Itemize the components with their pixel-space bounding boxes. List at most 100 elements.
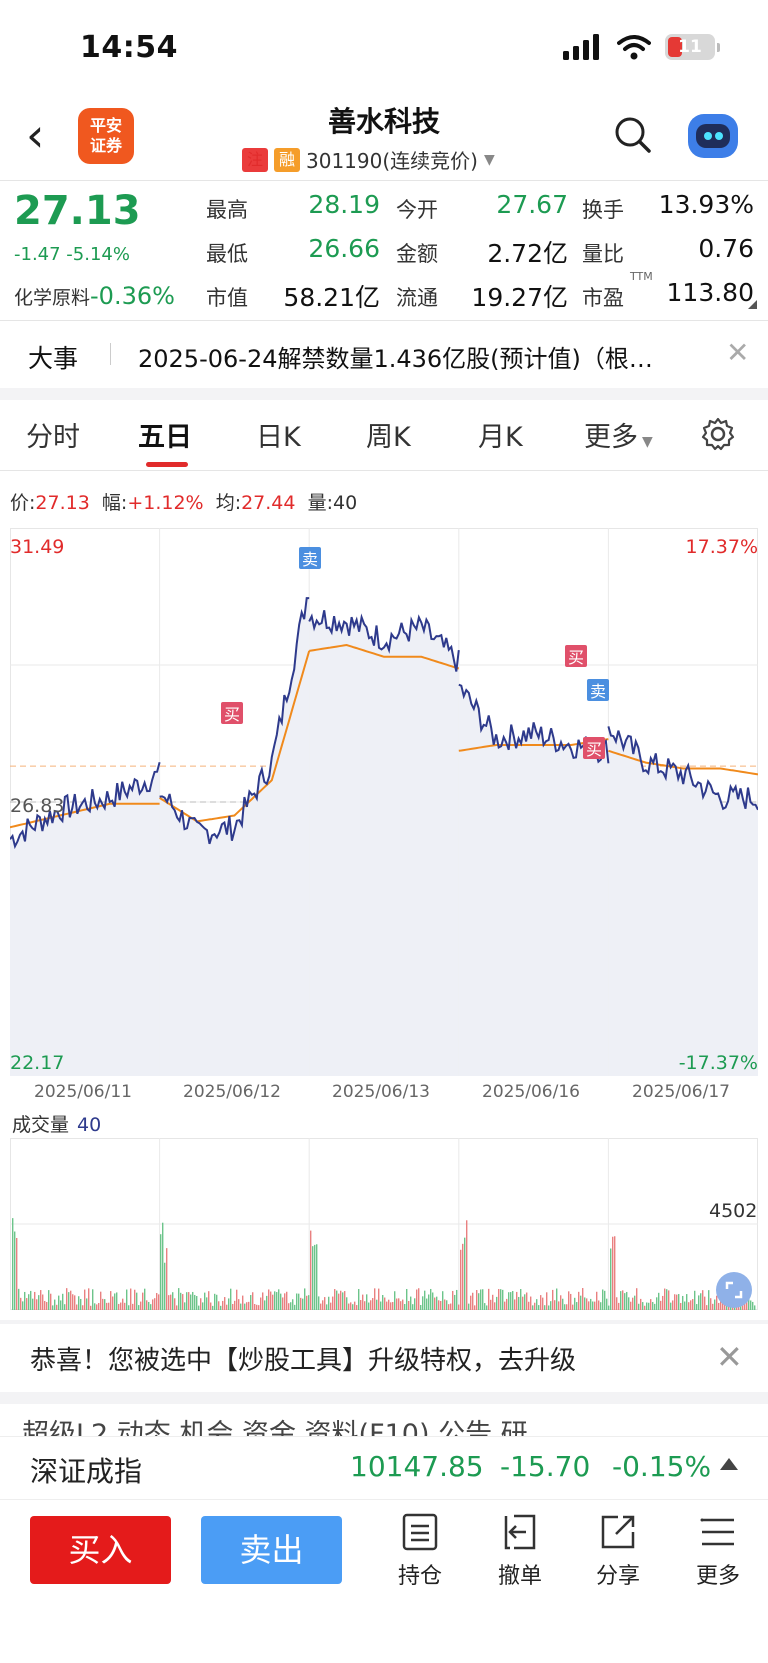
volume-bar	[302, 1298, 304, 1310]
amount-value: 2.72亿	[487, 239, 568, 268]
volume-bar	[562, 1298, 564, 1310]
date-label: 2025/06/12	[183, 1082, 281, 1102]
volume-bar	[572, 1304, 574, 1310]
date-label: 2025/06/17	[632, 1082, 730, 1102]
volume-bar	[266, 1295, 268, 1310]
volume-bar	[298, 1293, 300, 1310]
volume-bar	[478, 1293, 480, 1310]
info-amp: +1.12%	[127, 492, 204, 514]
volume-bar	[554, 1300, 556, 1310]
volume-bar	[488, 1288, 490, 1310]
news-text[interactable]: 2025-06-24解禁数量1.436亿股(预计值)（根…	[138, 339, 693, 374]
volume-bar	[274, 1291, 276, 1310]
volume-bar	[206, 1297, 208, 1310]
volume-bar	[384, 1297, 386, 1310]
date-label: 2025/06/11	[34, 1082, 132, 1102]
wifi-icon	[617, 35, 651, 60]
volume-bar	[528, 1301, 530, 1310]
volume-bar	[480, 1289, 482, 1310]
buy-button[interactable]: 买入	[30, 1516, 171, 1584]
volume-bar	[108, 1302, 110, 1310]
volume-bar	[134, 1289, 136, 1310]
volume-bar	[310, 1230, 312, 1310]
tab-five-day[interactable]: 五日	[138, 415, 192, 454]
volume-bar	[242, 1295, 244, 1310]
volume-bar	[324, 1297, 326, 1310]
stock-code-line[interactable]: 注 融 301190(连续竞价) ▼	[242, 145, 495, 174]
tab-daily-k[interactable]: 日K	[256, 415, 301, 454]
volume-bar	[588, 1301, 590, 1310]
volume-bar	[270, 1291, 272, 1310]
volume-bar	[546, 1292, 548, 1310]
trade-marker-label: 卖	[302, 550, 318, 569]
volume-bar	[204, 1292, 206, 1310]
volume-bar	[490, 1299, 492, 1310]
float-cap-value: 19.27亿	[471, 283, 568, 312]
volume-bar	[682, 1295, 684, 1310]
volume-bar	[82, 1305, 84, 1310]
volume-bar	[390, 1302, 392, 1310]
search-icon[interactable]	[614, 116, 652, 154]
fullscreen-icon[interactable]	[716, 1272, 752, 1308]
gear-icon[interactable]	[700, 416, 736, 452]
pct-bottom-label: -17.37%	[678, 1052, 758, 1074]
holdings-icon	[402, 1513, 438, 1551]
volume-bar	[628, 1297, 630, 1310]
close-promo-icon[interactable]: ✕	[716, 1338, 743, 1376]
five-day-price-chart[interactable]: 卖买买卖买	[10, 528, 758, 1076]
volume-bar	[304, 1288, 306, 1310]
volume-bar	[524, 1294, 526, 1310]
more-button[interactable]: 更多	[678, 1512, 758, 1590]
volume-bar	[674, 1294, 676, 1310]
volume-bar	[52, 1305, 54, 1310]
volume-bar	[216, 1294, 218, 1310]
volume-bar	[280, 1293, 282, 1310]
volume-bar	[212, 1305, 214, 1310]
y-top-label: 31.49	[10, 536, 65, 558]
volume-bar	[368, 1302, 370, 1310]
volume-bar	[366, 1294, 368, 1310]
share-button[interactable]: 分享	[578, 1512, 658, 1590]
volume-bar	[446, 1300, 448, 1310]
volume-bar	[424, 1290, 426, 1310]
tab-intraday[interactable]: 分时	[26, 415, 80, 454]
volume-bar	[576, 1302, 578, 1310]
holdings-button[interactable]: 持仓	[380, 1512, 460, 1590]
volume-bar	[258, 1305, 260, 1310]
tab-more[interactable]: 更多 ▼	[584, 415, 653, 454]
volume-bar	[416, 1289, 418, 1310]
volume-bar	[306, 1295, 308, 1310]
volume-bar	[624, 1293, 626, 1310]
industry-info[interactable]: 化学原料-0.36%	[14, 282, 175, 310]
expand-corner-icon[interactable]	[748, 300, 757, 309]
volume-bar	[256, 1304, 258, 1310]
volume-bar	[396, 1298, 398, 1310]
close-news-icon[interactable]: ✕	[726, 336, 749, 369]
volume-bar	[530, 1296, 532, 1310]
volume-bar	[74, 1295, 76, 1310]
promo-banner[interactable]: 恭喜！您被选中【炒股工具】升级特权，去升级	[30, 1340, 576, 1377]
volume-bar	[638, 1303, 640, 1310]
tab-monthly-k[interactable]: 月K	[478, 415, 523, 454]
volume-bar	[634, 1295, 636, 1310]
tab-weekly-k[interactable]: 周K	[366, 415, 411, 454]
volume-bar	[694, 1290, 696, 1310]
volume-bar	[60, 1300, 62, 1310]
cancel-order-button[interactable]: 撤单	[480, 1512, 560, 1590]
volume-bar	[332, 1296, 334, 1310]
volume-bar	[364, 1301, 366, 1310]
more-icon	[700, 1518, 734, 1546]
sell-button[interactable]: 卖出	[201, 1516, 342, 1584]
volume-bar	[344, 1291, 346, 1310]
volume-bar	[496, 1296, 498, 1310]
chevron-up-icon[interactable]	[720, 1458, 738, 1470]
volume-bar	[684, 1301, 686, 1310]
volume-bar	[472, 1292, 474, 1310]
volume-bar	[594, 1301, 596, 1310]
assistant-robot-icon[interactable]	[688, 114, 738, 158]
volume-bar	[94, 1303, 96, 1310]
volume-bar	[534, 1302, 536, 1310]
dropdown-icon[interactable]: ▼	[484, 152, 495, 168]
volume-bar	[612, 1236, 614, 1310]
volume-bar	[556, 1288, 558, 1310]
